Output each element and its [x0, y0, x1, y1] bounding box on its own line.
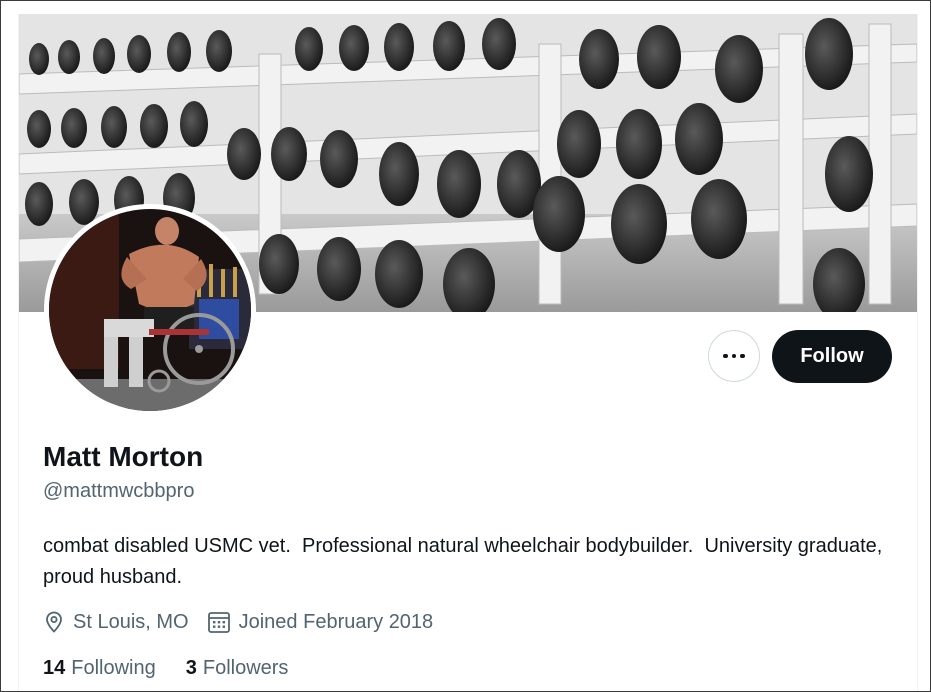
- display-name: Matt Morton: [43, 441, 204, 472]
- location-item: St Louis, MO: [43, 610, 189, 634]
- followers-count: 3: [185, 657, 197, 679]
- followers-link[interactable]: 3 Followers: [186, 657, 289, 680]
- followers-label: Followers: [202, 657, 289, 679]
- browser-frame: Follow Matt Morton @mattmwcbbpro combat …: [0, 0, 931, 692]
- profile-card: Follow Matt Morton @mattmwcbbpro combat …: [18, 14, 918, 691]
- user-handle: @mattmwcbbpro: [43, 480, 195, 502]
- calendar-icon: [207, 612, 230, 633]
- avatar-photo: [49, 209, 251, 411]
- follow-button[interactable]: Follow: [772, 330, 892, 383]
- profile-bio: combat disabled USMC vet. Professional n…: [43, 535, 888, 588]
- profile-avatar[interactable]: [44, 204, 256, 416]
- more-horizontal-icon: [723, 353, 745, 359]
- location-text: St Louis, MO: [73, 610, 189, 633]
- joined-item: Joined February 2018: [207, 610, 434, 634]
- following-count: 14: [43, 657, 66, 679]
- joined-date-text: Joined February 2018: [238, 610, 434, 633]
- more-options-button[interactable]: [708, 330, 760, 382]
- following-link[interactable]: 14 Following: [43, 657, 156, 680]
- profile-meta: St Louis, MO Joined February 2018: [43, 607, 451, 637]
- location-pin-icon: [46, 611, 62, 633]
- follow-counts: 14 Following 3 Followers: [43, 657, 318, 680]
- following-label: Following: [71, 657, 156, 679]
